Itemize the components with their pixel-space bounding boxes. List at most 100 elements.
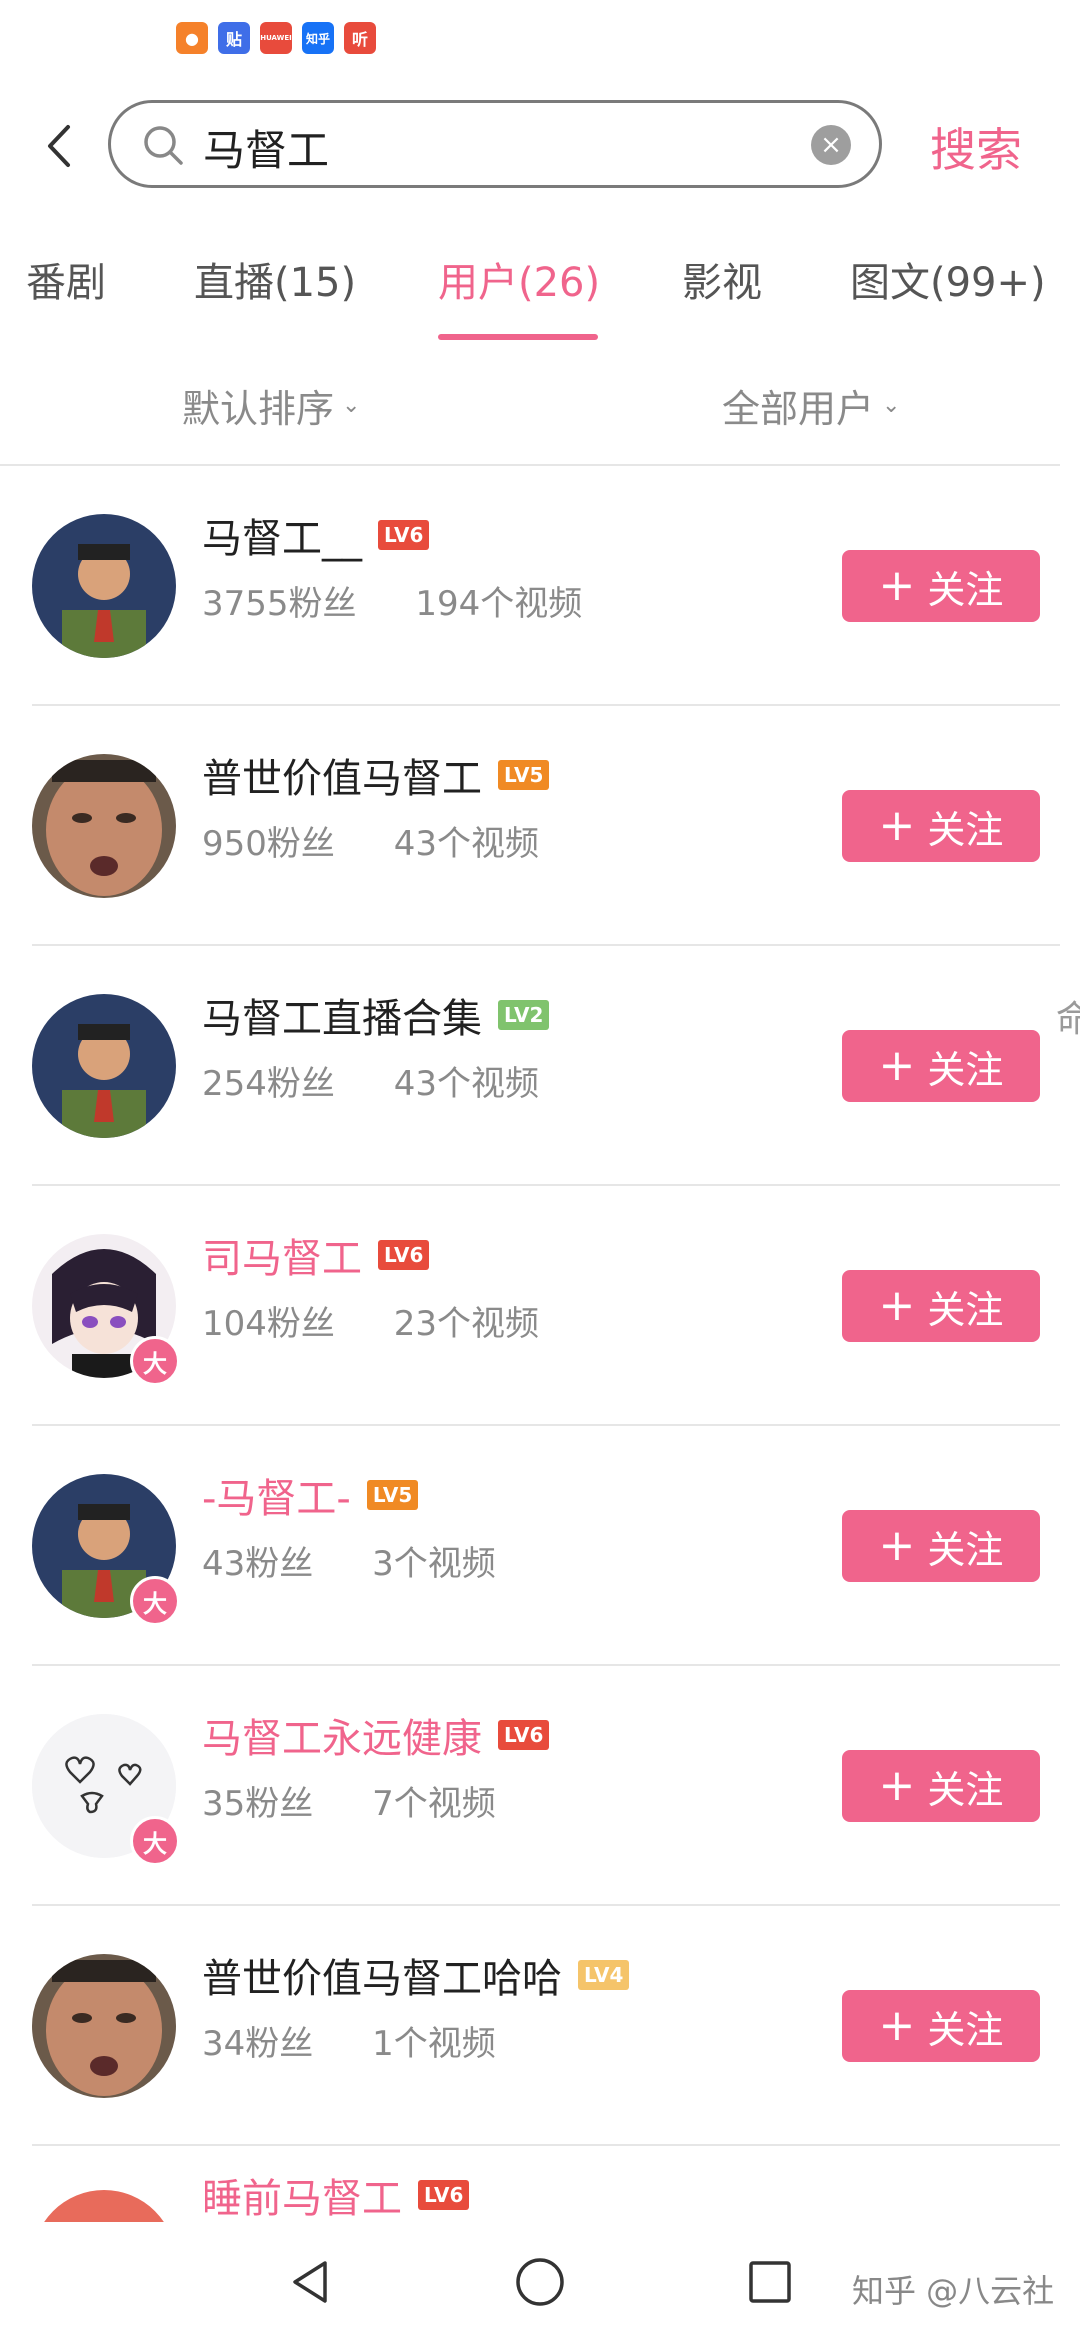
user-stats: 254粉丝 43个视频 [202,1056,587,1105]
avatar[interactable] [32,754,176,898]
follow-button[interactable]: + 关注 [842,550,1040,622]
user-stats: 43粉丝 3个视频 [202,1536,544,1585]
level-badge: LV5 [498,760,550,790]
username[interactable]: 普世价值马督工哈哈 LV4 [202,1946,630,2004]
triangle-back-icon [293,2261,327,2303]
level-badge: LV6 [378,1240,430,1270]
video-count: 194个视频 [415,584,583,624]
zhihu-icon: 知乎 [302,22,334,54]
list-item[interactable]: 马督工直播合集 LV2 254粉丝 43个视频 + 关注 [0,946,1080,1186]
plus-icon: + [878,560,916,611]
list-item[interactable]: 马督工__ LV6 3755粉丝 194个视频 + 关注 [0,466,1080,706]
follow-button[interactable]: + 关注 [842,1270,1040,1342]
list-item[interactable]: 普世价值马督工哈哈 LV4 34粉丝 1个视频 + 关注 [0,1906,1080,2146]
user-stats: 950粉丝 43个视频 [202,816,587,865]
follow-button[interactable]: + 关注 [842,1750,1040,1822]
username[interactable]: 马督工__ LV6 [202,506,430,564]
follower-count: 34粉丝 [202,2024,314,2064]
search-input[interactable]: 马督工 × [108,100,882,188]
username-text: 马督工__ [202,516,362,562]
plus-icon: + [878,1760,916,1811]
video-count: 7个视频 [372,1784,496,1824]
username-text: 普世价值马督工 [202,756,482,802]
level-badge: LV5 [366,1480,419,1510]
category-tabs: 番剧 直播(15) 用户(26) 影视 图文(99+) [0,250,1080,340]
user-stats: 35粉丝 7个视频 [202,1776,544,1825]
username[interactable]: 马督工直播合集 LV2 [202,986,550,1044]
username-text: 司马督工 [202,1236,362,1282]
search-query[interactable]: 马督工 [203,117,329,178]
video-count: 23个视频 [393,1304,539,1344]
follower-count: 950粉丝 [202,824,335,864]
back-button[interactable] [30,116,90,176]
username[interactable]: 马督工永远健康 LV6 [202,1706,550,1764]
user-stats: 104粉丝 23个视频 [202,1296,587,1345]
nav-home-button[interactable] [510,2252,570,2312]
vip-badge: 大 [130,1816,180,1866]
user-stats: 34粉丝 1个视频 [202,2016,544,2065]
level-badge: LV6 [378,520,430,550]
ting-icon: 听 [344,22,376,54]
system-nav-bar: 知乎 @八云社 [0,2222,1080,2340]
follow-label: 关注 [927,1527,1004,1572]
chevron-left-icon [48,125,70,167]
follower-count: 35粉丝 [202,1784,314,1824]
username-text: 马督工直播合集 [202,996,482,1042]
search-header: 马督工 × 搜索 [0,96,1080,196]
follow-label: 关注 [927,2007,1004,2052]
follow-label: 关注 [927,807,1004,852]
notification-icons: ● 贴 HUAWEI 知乎 听 [176,22,376,54]
nav-recents-button[interactable] [740,2252,800,2312]
video-count: 3个视频 [372,1544,496,1584]
vip-badge: 大 [130,1336,180,1386]
tab-live[interactable]: 直播(15) [194,250,356,308]
username-text: 睡前马督工 [202,2176,402,2222]
sort-label: 默认排序 [182,387,335,431]
follower-count: 104粉丝 [202,1304,335,1344]
follower-count: 43粉丝 [202,1544,314,1584]
avatar[interactable] [32,994,176,1138]
video-count: 43个视频 [393,1064,539,1104]
follow-label: 关注 [927,1287,1004,1332]
tab-users[interactable]: 用户(26) [438,250,600,308]
user-stats: 3755粉丝 194个视频 [202,576,630,625]
tab-articles[interactable]: 图文(99+) [850,250,1046,308]
sort-dropdown[interactable]: 默认排序 ⌄ [182,378,360,433]
nav-back-button[interactable] [280,2252,340,2312]
square-recents-icon [749,2261,791,2303]
list-item[interactable]: 普世价值马督工 LV5 950粉丝 43个视频 + 关注 [0,706,1080,946]
list-item[interactable]: 大 司马督工 LV6 104粉丝 23个视频 + 关注 [0,1186,1080,1426]
username[interactable]: 司马督工 LV6 [202,1226,430,1284]
video-count: 43个视频 [393,824,539,864]
list-item-partial[interactable]: 睡前马督工 LV6 [0,2146,1080,2226]
tab-film[interactable]: 影视 [682,250,762,308]
follow-button[interactable]: + 关注 [842,1990,1040,2062]
user-scope-dropdown[interactable]: 全部用户 ⌄ [722,378,900,433]
list-item[interactable]: 大 -马督工- LV5 43粉丝 3个视频 + 关注 [0,1426,1080,1666]
taobao-icon: ● [176,22,208,54]
follow-label: 关注 [927,1767,1004,1812]
level-badge: LV2 [498,1000,550,1030]
follow-button[interactable]: + 关注 [842,790,1040,862]
search-button[interactable]: 搜索 [930,114,1022,180]
tab-bangumi[interactable]: 番剧 [26,250,106,308]
clear-icon[interactable]: × [811,125,851,165]
avatar[interactable] [32,514,176,658]
follow-button[interactable]: + 关注 [842,1030,1040,1102]
plus-icon: + [878,1280,916,1331]
status-bar: ● 贴 HUAWEI 知乎 听 [0,0,1080,80]
follower-count: 3755粉丝 [202,584,357,624]
watermark: 知乎 @八云社 [852,2272,1055,2310]
scope-label: 全部用户 [722,387,875,431]
avatar[interactable] [32,2190,176,2226]
username[interactable]: 普世价值马督工 LV5 [202,746,550,804]
plus-icon: + [878,1520,916,1571]
avatar[interactable] [32,1954,176,2098]
chevron-down-icon: ⌄ [882,393,901,418]
plus-icon: + [878,2000,916,2051]
list-item[interactable]: 大 马督工永远健康 LV6 35粉丝 7个视频 + 关注 [0,1666,1080,1906]
username[interactable]: -马督工- LV5 [202,1466,419,1524]
side-hint: 命 [1056,999,1080,1040]
follow-button[interactable]: + 关注 [842,1510,1040,1582]
username[interactable]: 睡前马督工 LV6 [202,2166,470,2224]
